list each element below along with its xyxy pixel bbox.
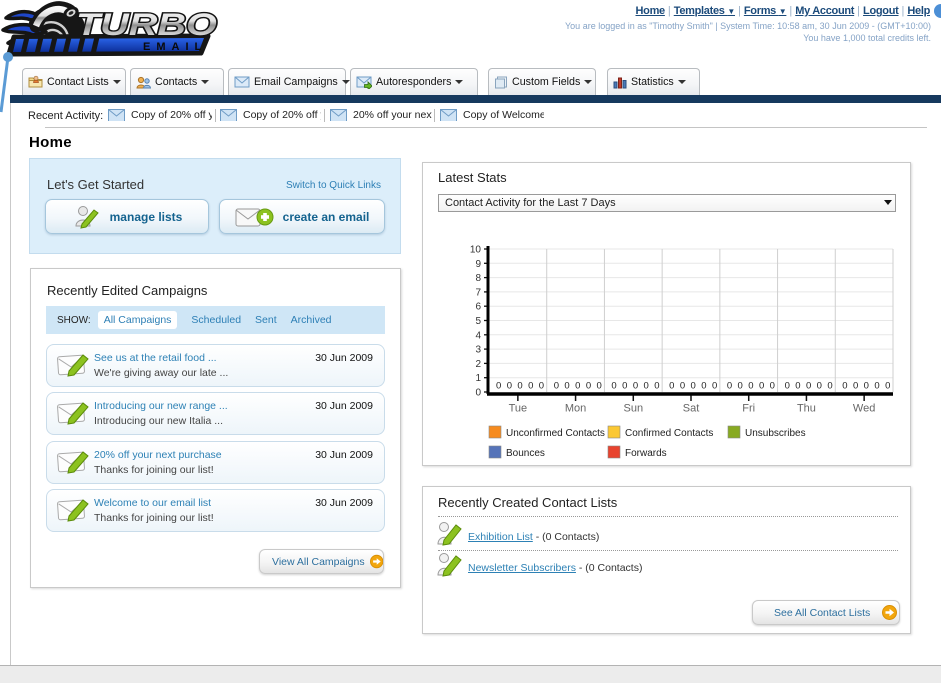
svg-text:0: 0: [633, 381, 638, 392]
svg-text:0: 0: [759, 381, 764, 392]
svg-text:0: 0: [874, 381, 879, 392]
svg-text:EMAIL: EMAIL: [143, 41, 207, 53]
svg-text:0: 0: [885, 381, 890, 392]
svg-text:Fri: Fri: [742, 403, 755, 415]
svg-text:8: 8: [475, 273, 481, 284]
svg-text:6: 6: [475, 302, 481, 313]
svg-text:Thu: Thu: [797, 403, 816, 415]
svg-text:0: 0: [517, 381, 522, 392]
svg-text:0: 0: [712, 381, 717, 392]
svg-text:0: 0: [507, 381, 512, 392]
svg-text:4: 4: [475, 330, 481, 341]
svg-text:0: 0: [575, 381, 580, 392]
svg-text:0: 0: [748, 381, 753, 392]
svg-text:Unsubscribes: Unsubscribes: [745, 428, 806, 439]
svg-text:0: 0: [842, 381, 847, 392]
svg-text:0: 0: [475, 388, 481, 399]
svg-text:0: 0: [564, 381, 569, 392]
svg-text:TURBO: TURBO: [76, 7, 217, 42]
svg-text:0: 0: [795, 381, 800, 392]
svg-text:0: 0: [701, 381, 706, 392]
svg-text:0: 0: [611, 381, 616, 392]
svg-text:5: 5: [475, 316, 481, 327]
svg-text:0: 0: [669, 381, 674, 392]
svg-text:Bounces: Bounces: [506, 448, 545, 459]
svg-text:0: 0: [727, 381, 732, 392]
svg-text:1: 1: [475, 373, 481, 384]
svg-text:0: 0: [770, 381, 775, 392]
svg-text:0: 0: [644, 381, 649, 392]
svg-text:Unconfirmed Contacts: Unconfirmed Contacts: [506, 428, 605, 439]
svg-text:0: 0: [597, 381, 602, 392]
svg-text:Wed: Wed: [853, 403, 875, 415]
svg-text:0: 0: [586, 381, 591, 392]
svg-text:Forwards: Forwards: [625, 448, 667, 459]
svg-text:2: 2: [475, 359, 481, 370]
svg-text:0: 0: [622, 381, 627, 392]
svg-text:0: 0: [691, 381, 696, 392]
svg-text:0: 0: [654, 381, 659, 392]
svg-text:Tue: Tue: [509, 403, 528, 415]
svg-text:0: 0: [785, 381, 790, 392]
svg-text:0: 0: [496, 381, 501, 392]
svg-text:0: 0: [864, 381, 869, 392]
svg-text:0: 0: [817, 381, 822, 392]
svg-text:0: 0: [827, 381, 832, 392]
svg-text:0: 0: [738, 381, 743, 392]
svg-text:0: 0: [806, 381, 811, 392]
svg-text:Mon: Mon: [565, 403, 586, 415]
svg-text:0: 0: [853, 381, 858, 392]
svg-text:10: 10: [470, 245, 482, 256]
svg-text:0: 0: [680, 381, 685, 392]
svg-text:Sat: Sat: [683, 403, 700, 415]
svg-text:Sun: Sun: [623, 403, 643, 415]
svg-text:0: 0: [554, 381, 559, 392]
svg-text:Confirmed Contacts: Confirmed Contacts: [625, 428, 713, 439]
svg-text:9: 9: [475, 259, 481, 270]
svg-text:7: 7: [475, 287, 481, 298]
svg-text:3: 3: [475, 345, 481, 356]
svg-text:0: 0: [528, 381, 533, 392]
svg-text:0: 0: [539, 381, 544, 392]
